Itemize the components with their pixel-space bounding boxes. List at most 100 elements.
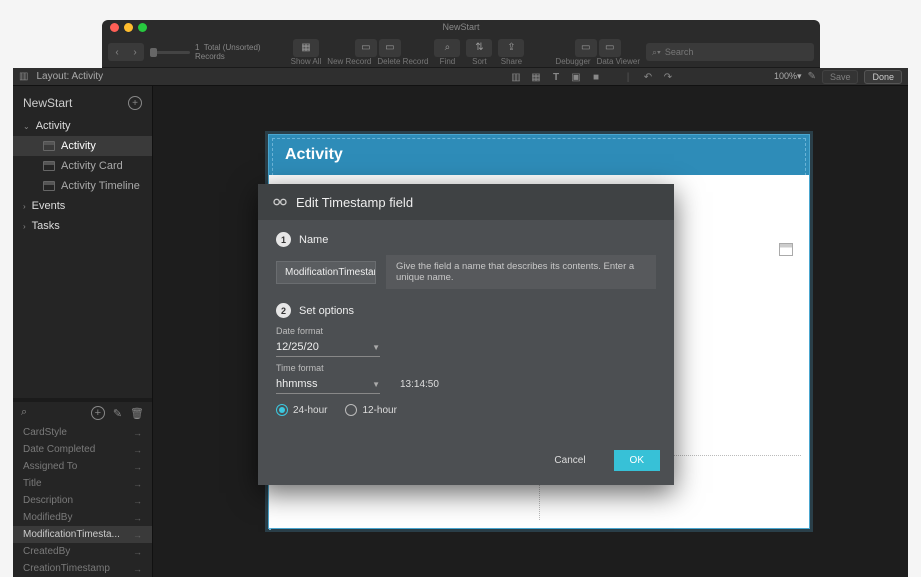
field-name-input[interactable]: ModificationTimestamp xyxy=(276,261,376,284)
records-caption: Records xyxy=(195,52,261,61)
preview-icon[interactable]: ✎ xyxy=(808,71,816,82)
arrow-right-icon: → xyxy=(133,462,142,472)
nav-back-forward[interactable]: ‹ › xyxy=(108,43,144,61)
cancel-button[interactable]: Cancel xyxy=(538,450,601,471)
record-sort-status: Total (Unsorted) xyxy=(204,43,261,52)
radio-12-label: 12-hour xyxy=(362,405,396,416)
edit-timestamp-dialog: Edit Timestamp field 1 Name Modification… xyxy=(258,184,674,485)
field-item[interactable]: CardStyle→ xyxy=(13,424,152,441)
time-format-select[interactable]: hhmmss ▼ xyxy=(276,375,380,394)
layout-icon xyxy=(43,161,55,171)
tb-find[interactable]: ⌕ Find xyxy=(434,39,460,66)
add-layout-button[interactable]: + xyxy=(128,96,142,110)
sort-icon[interactable]: ⇅ xyxy=(466,39,492,57)
share-icon[interactable]: ⇪ xyxy=(498,39,524,57)
radio-on-icon xyxy=(276,404,288,416)
chevron-down-icon: ▼ xyxy=(372,343,380,352)
field-item[interactable]: CreationTimestamp→ xyxy=(13,560,152,577)
close-icon[interactable] xyxy=(110,23,119,32)
field-item[interactable]: Description→ xyxy=(13,492,152,509)
tree-item-activity-card[interactable]: Activity Card xyxy=(13,156,152,176)
arrow-right-icon: → xyxy=(133,479,142,489)
date-format-select[interactable]: 12/25/20 ▼ xyxy=(276,338,380,357)
maximize-icon[interactable] xyxy=(138,23,147,32)
field-item-label: ModificationTimesta... xyxy=(23,529,120,540)
section-name: 1 Name ModificationTimestamp Give the fi… xyxy=(276,232,656,289)
field-item-label: Assigned To xyxy=(23,461,77,472)
field-item[interactable]: ModifiedBy→ xyxy=(13,509,152,526)
tb-newrecord[interactable]: ▭ ▭ New Record Delete Record xyxy=(327,39,428,66)
tb-newrecord-label: New Record xyxy=(327,57,371,66)
field-item[interactable]: CreatedBy→ xyxy=(13,543,152,560)
field-item-label: CreatedBy xyxy=(23,546,70,557)
field-item[interactable]: Date Completed→ xyxy=(13,441,152,458)
nav-back-icon[interactable]: ‹ xyxy=(108,43,126,61)
done-button[interactable]: Done xyxy=(864,70,902,84)
record-navigator[interactable]: 1 Total (Unsorted) Records xyxy=(150,43,261,61)
tree-group-activity[interactable]: ⌄ Activity xyxy=(13,116,152,136)
calendar-icon[interactable] xyxy=(779,243,793,256)
image-tool-icon[interactable]: ▣ xyxy=(569,71,583,83)
radio-24-hour[interactable]: 24-hour xyxy=(276,404,327,416)
tb-debugger[interactable]: ▭ ▭ Debugger Data Viewer xyxy=(555,39,640,66)
text-tool-icon[interactable]: T xyxy=(549,71,563,83)
tree-group-tasks[interactable]: › Tasks xyxy=(13,216,152,236)
time-format-label: Time format xyxy=(276,363,656,373)
layout-icon xyxy=(43,181,55,191)
save-button[interactable]: Save xyxy=(822,70,859,84)
radio-12-hour[interactable]: 12-hour xyxy=(345,404,396,416)
debugger-icon[interactable]: ▭ xyxy=(575,39,597,57)
dialog-title: Edit Timestamp field xyxy=(296,195,413,210)
tree-item-activity[interactable]: Activity xyxy=(13,136,152,156)
field-item-label: Date Completed xyxy=(23,444,95,455)
step-1-badge: 1 xyxy=(276,232,291,247)
undo-icon[interactable]: ↶ xyxy=(641,71,655,83)
date-format-label: Date format xyxy=(276,326,656,336)
tb-find-label: Find xyxy=(440,57,456,66)
find-icon[interactable]: ⌕ xyxy=(434,39,460,57)
field-item[interactable]: Title→ xyxy=(13,475,152,492)
minimize-icon[interactable] xyxy=(124,23,133,32)
arrow-right-icon: → xyxy=(133,496,142,506)
add-field-button[interactable]: + xyxy=(91,406,105,420)
redo-icon[interactable]: ↷ xyxy=(661,71,675,83)
radio-off-icon xyxy=(345,404,357,416)
layout-columns-icon[interactable]: ▥ xyxy=(509,71,523,83)
field-name-hint: Give the field a name that describes its… xyxy=(386,255,656,289)
nav-forward-icon[interactable]: › xyxy=(126,43,144,61)
delete-field-icon[interactable]: 🗑 xyxy=(130,407,144,420)
tb-sort-label: Sort xyxy=(472,57,487,66)
search-icon[interactable]: ⌕ xyxy=(21,406,35,420)
ok-button[interactable]: OK xyxy=(614,450,660,471)
layout-grid-icon[interactable]: ▦ xyxy=(529,71,543,83)
tb-sort[interactable]: ⇅ Sort xyxy=(466,39,492,66)
panel-toggle-icon[interactable]: ▥ xyxy=(19,71,28,82)
main-toolbar: ‹ › 1 Total (Unsorted) Records ▦ Show Al… xyxy=(102,36,820,68)
layout-title: Activity xyxy=(285,146,343,164)
tb-share[interactable]: ⇪ Share xyxy=(498,39,524,66)
hour-format-radios: 24-hour 12-hour xyxy=(276,404,656,416)
tb-deleterecord-label: Delete Record xyxy=(377,57,428,66)
toolbar-search[interactable]: ⌕▾ Search xyxy=(646,43,814,61)
field-item[interactable]: Assigned To → xyxy=(13,458,152,475)
deleterecord-icon[interactable]: ▭ xyxy=(379,39,401,57)
timestamp-icon xyxy=(272,194,288,210)
record-slider[interactable] xyxy=(150,51,190,54)
layout-breadcrumb[interactable]: Layout: Activity xyxy=(36,71,103,82)
arrow-right-icon: → xyxy=(133,564,142,574)
shape-tool-icon[interactable]: ■ xyxy=(589,71,603,83)
edit-field-icon[interactable]: ✎ xyxy=(113,407,122,420)
field-item[interactable]: ModificationTimesta...→ xyxy=(13,526,152,543)
layout-header-part[interactable]: Activity xyxy=(269,135,809,175)
newrecord-icon[interactable]: ▭ xyxy=(355,39,377,57)
tb-showall[interactable]: ▦ Show All xyxy=(291,39,322,66)
tree-item-activity-timeline[interactable]: Activity Timeline xyxy=(13,176,152,196)
zoom-level[interactable]: 100%▾ xyxy=(774,71,802,82)
dataviewer-icon[interactable]: ▭ xyxy=(599,39,621,57)
radio-24-label: 24-hour xyxy=(293,405,327,416)
tree-item-label: Activity xyxy=(61,140,96,152)
chevron-right-icon: › xyxy=(23,222,26,231)
tree-group-events[interactable]: › Events xyxy=(13,196,152,216)
showall-icon[interactable]: ▦ xyxy=(293,39,319,57)
divider: | xyxy=(621,71,635,83)
